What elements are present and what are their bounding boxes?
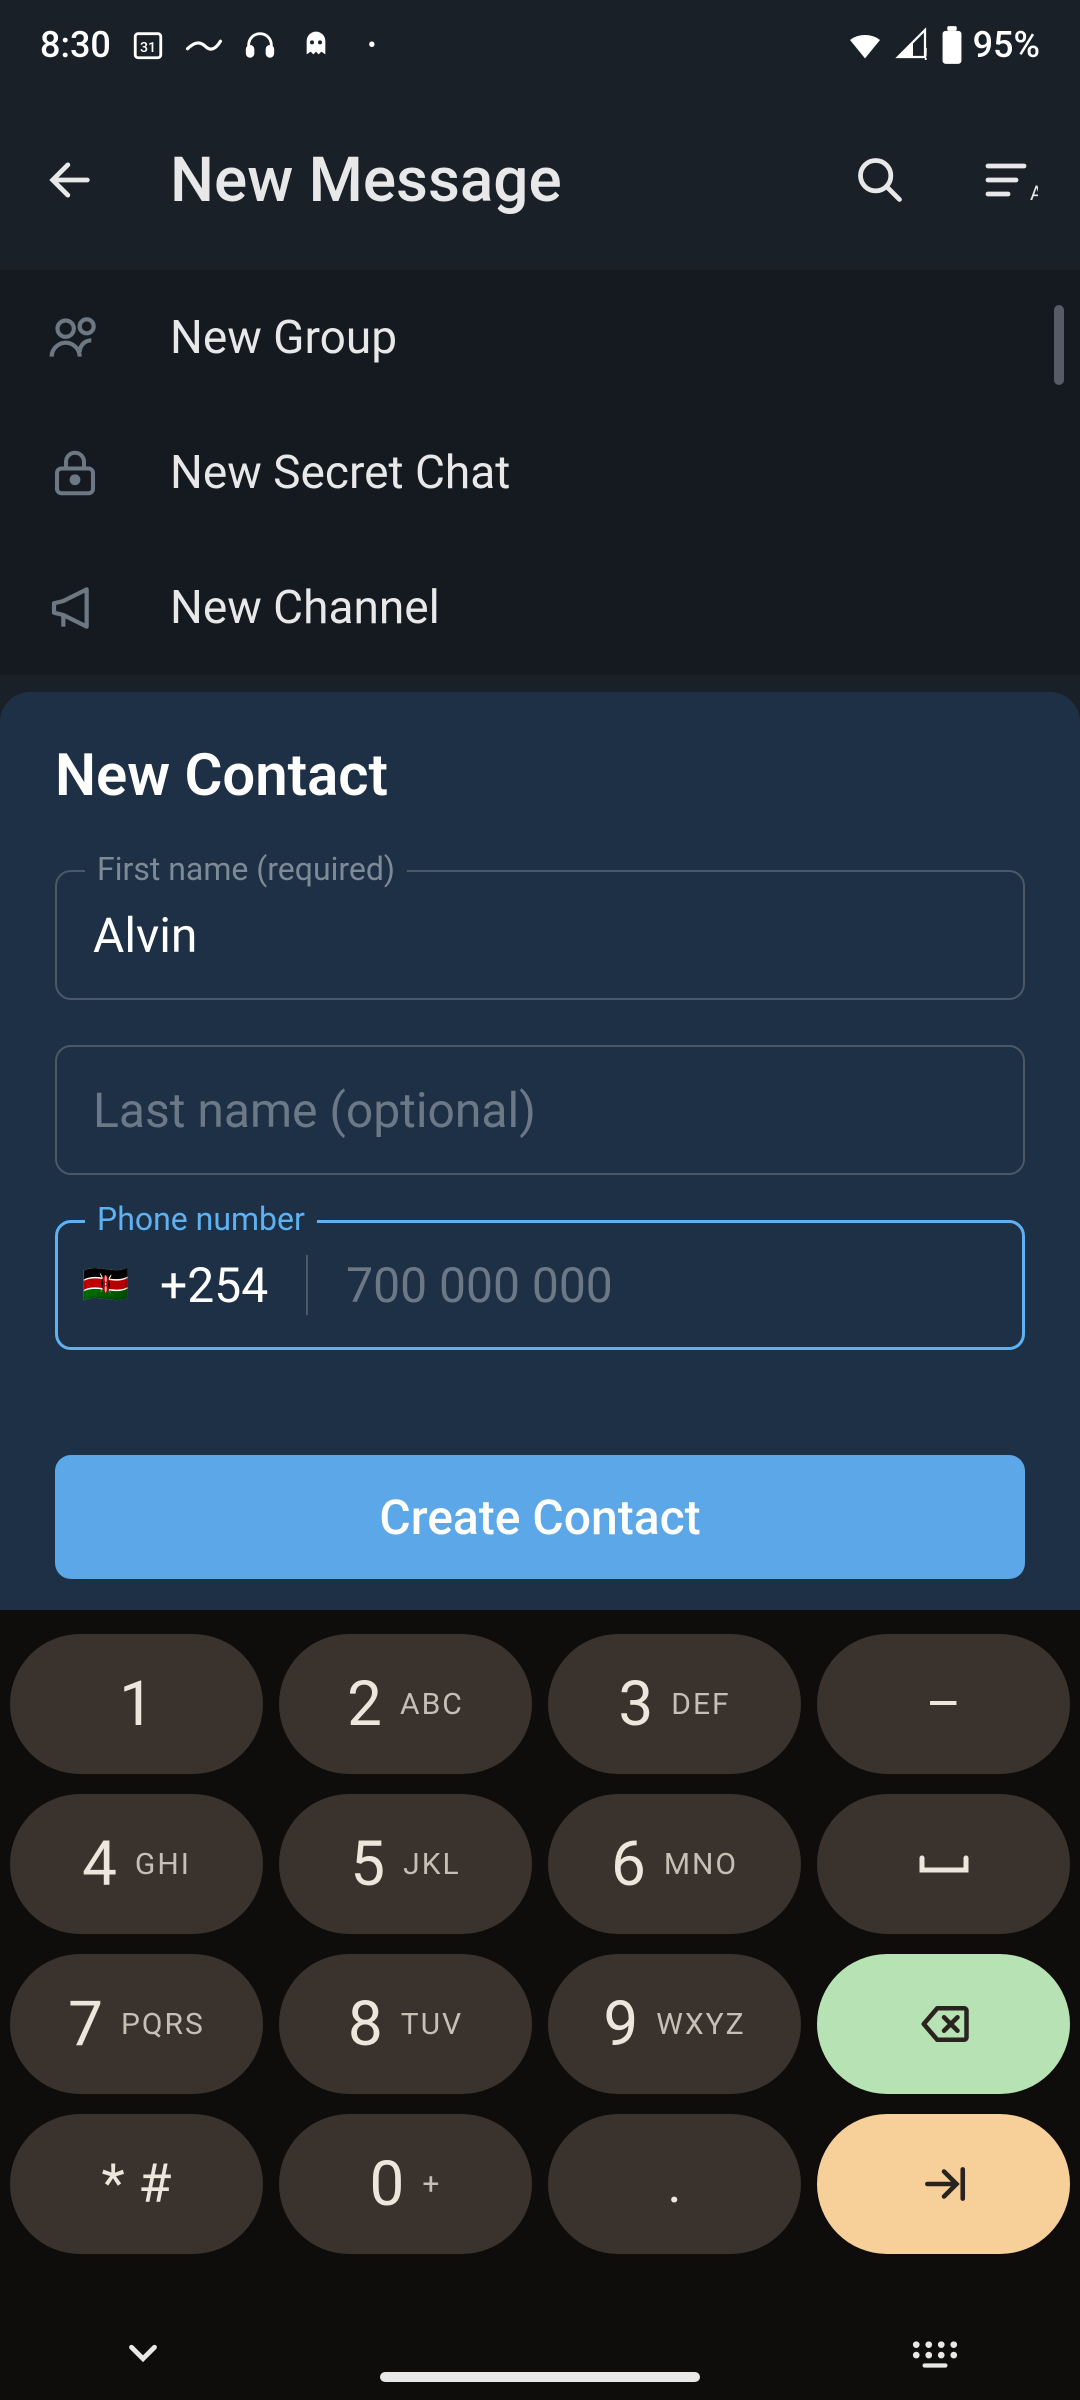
status-bar: 8:30 31 • ! 95% [0, 0, 1080, 90]
key-4[interactable]: 4GHI [10, 1794, 263, 1934]
key-5[interactable]: 5JKL [279, 1794, 532, 1934]
key-2[interactable]: 2ABC [279, 1634, 532, 1774]
battery-icon [941, 26, 963, 64]
option-label: New Group [170, 311, 397, 365]
dot-icon: • [353, 26, 391, 64]
divider [306, 1255, 308, 1315]
key-9[interactable]: 9WXYZ [548, 1954, 801, 2094]
first-name-input[interactable] [55, 870, 1025, 1000]
first-name-label: First name (required) [85, 850, 407, 888]
keyboard-switch-icon[interactable] [910, 2337, 960, 2373]
flag-icon[interactable]: 🇰🇪 [82, 1268, 132, 1302]
calendar-icon: 31 [129, 26, 167, 64]
key-0[interactable]: 0+ [279, 2114, 532, 2254]
key-6[interactable]: 6MNO [548, 1794, 801, 1934]
phone-input-row: 🇰🇪 +254 [55, 1220, 1025, 1350]
key-symbol[interactable]: * # [10, 2114, 263, 2254]
option-new-secret-chat[interactable]: New Secret Chat [0, 405, 1080, 540]
sort-icon[interactable]: A [980, 150, 1040, 210]
first-name-field-wrap: First name (required) [55, 870, 1025, 1000]
clock: 8:30 [40, 24, 111, 66]
phone-label: Phone number [85, 1200, 317, 1238]
collapse-keyboard-icon[interactable] [120, 2330, 166, 2380]
last-name-field-wrap [55, 1045, 1025, 1175]
key-8[interactable]: 8TUV [279, 1954, 532, 2094]
battery-pct: 95% [973, 24, 1040, 66]
back-icon[interactable] [40, 150, 100, 210]
headset-icon [241, 26, 279, 64]
key-7[interactable]: 7PQRS [10, 1954, 263, 2094]
key-1[interactable]: 1 [10, 1634, 263, 1774]
svg-text:31: 31 [140, 40, 156, 56]
key-enter[interactable] [817, 2114, 1070, 2254]
svg-text:!: ! [923, 46, 927, 63]
svg-text:A: A [1030, 181, 1038, 204]
lock-icon [40, 438, 110, 508]
nav-bar [0, 2310, 1080, 2400]
wifi-icon [845, 25, 885, 65]
option-label: New Channel [170, 581, 440, 635]
phone-field-wrap: Phone number 🇰🇪 +254 [55, 1220, 1025, 1350]
home-indicator[interactable] [380, 2372, 700, 2382]
signal-icon: ! [895, 27, 931, 63]
create-contact-button[interactable]: Create Contact [55, 1455, 1025, 1579]
page-title: New Message [170, 144, 810, 217]
search-icon[interactable] [850, 150, 910, 210]
last-name-input[interactable] [55, 1045, 1025, 1175]
group-icon [40, 303, 110, 373]
phone-number-input[interactable] [346, 1257, 998, 1314]
ghost-icon [297, 26, 335, 64]
swoosh-icon [185, 26, 223, 64]
key-symbol[interactable]: . [548, 2114, 801, 2254]
megaphone-icon [40, 573, 110, 643]
key-symbol[interactable] [817, 1794, 1070, 1934]
country-code[interactable]: +254 [160, 1257, 268, 1314]
scroll-indicator[interactable] [1054, 305, 1064, 385]
app-header: New Message A [0, 90, 1080, 270]
option-new-channel[interactable]: New Channel [0, 540, 1080, 675]
key-symbol[interactable]: – [817, 1634, 1070, 1774]
options-list: New Group New Secret Chat New Channel [0, 270, 1080, 675]
option-label: New Secret Chat [170, 446, 510, 500]
numeric-keypad: 12ABC3DEF– 4GHI5JKL6MNO 7PQRS8TUV9WXYZ * #0… [0, 1610, 1080, 2400]
key-3[interactable]: 3DEF [548, 1634, 801, 1774]
option-new-group[interactable]: New Group [0, 270, 1080, 405]
sheet-title: New Contact [55, 742, 1025, 810]
key-backspace[interactable] [817, 1954, 1070, 2094]
